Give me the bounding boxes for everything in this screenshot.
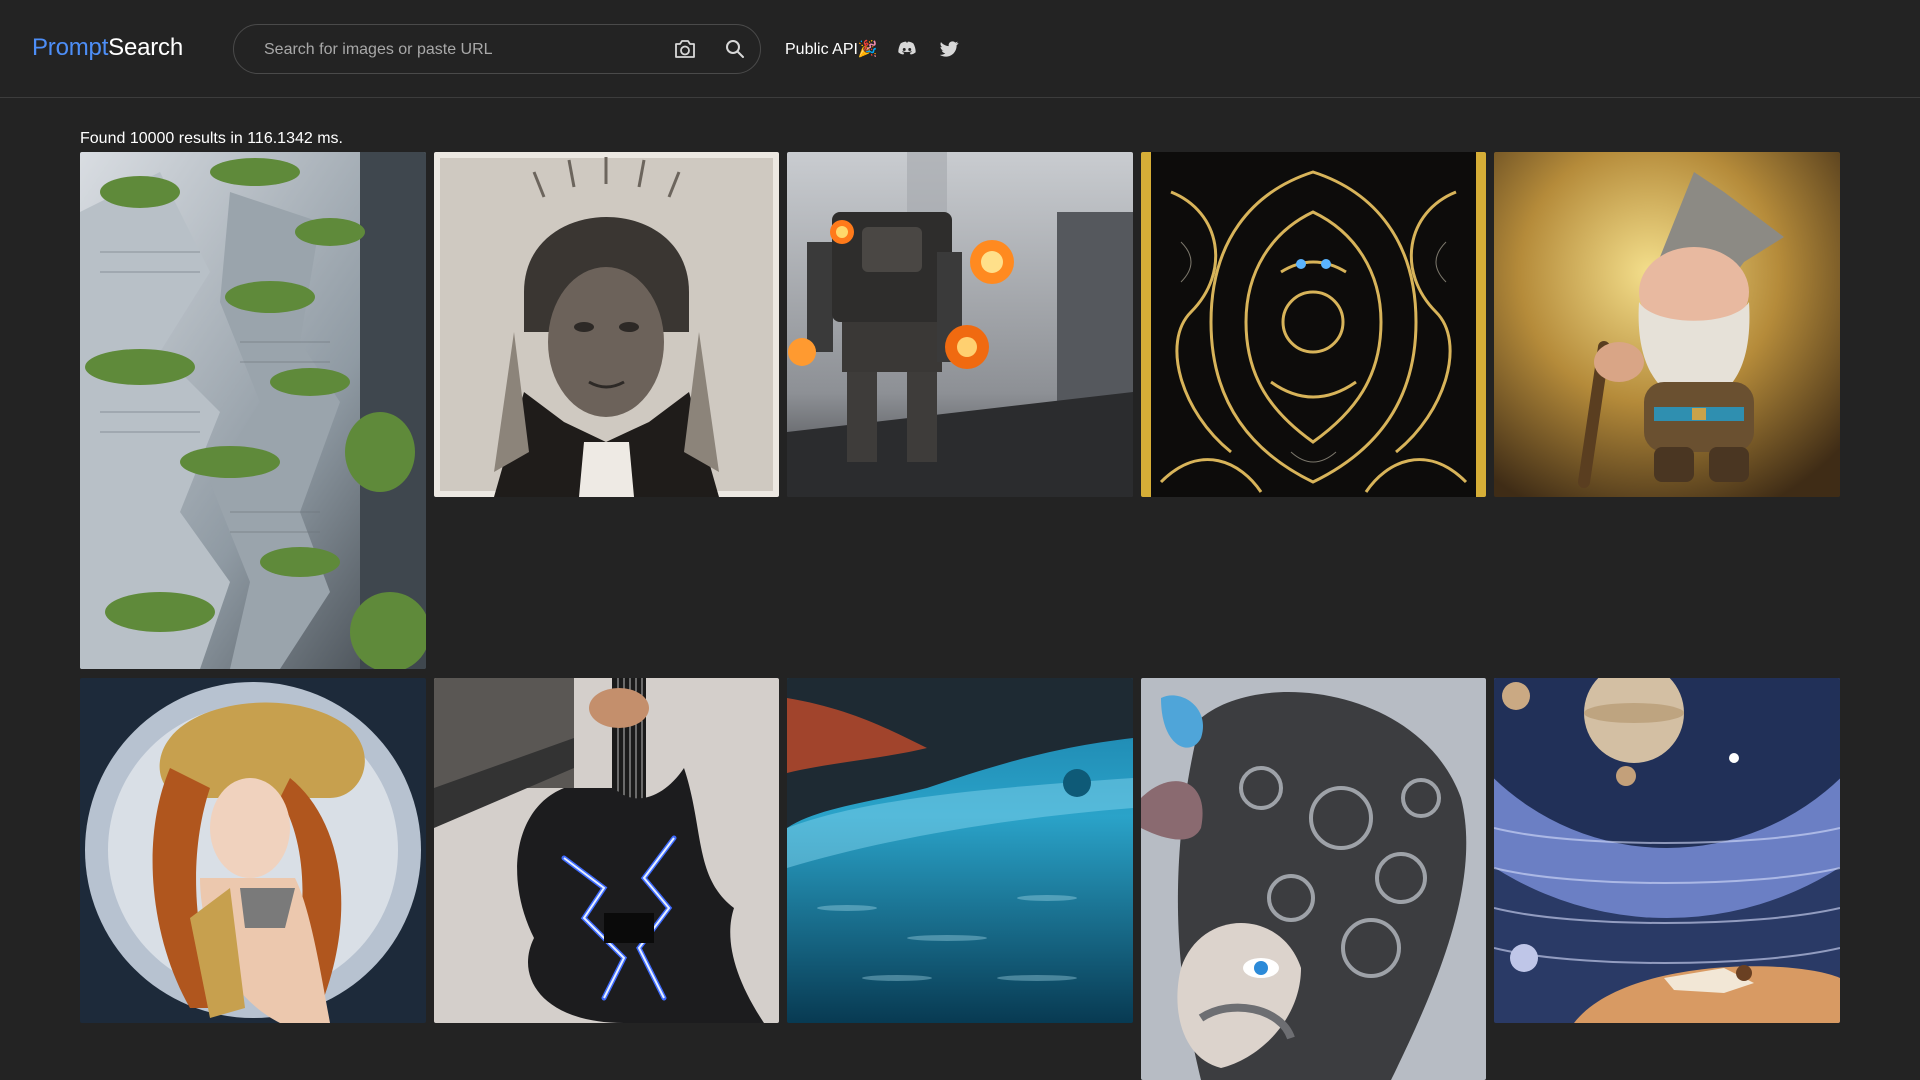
search-icon[interactable] [722,36,748,62]
top-bar: PromptSearch Public API🎉 [0,0,1920,98]
logo[interactable]: PromptSearch [32,34,183,62]
guitar-illustration [434,678,779,1023]
gallery-image[interactable] [80,152,426,669]
portrait-illustration [434,152,779,497]
search-input[interactable] [264,38,624,62]
gallery-image[interactable] [80,678,426,1023]
gallery-image[interactable] [787,678,1133,1023]
results-summary: Found 10000 results in 116.1342 ms. [80,130,343,147]
city-illustration [80,152,426,669]
gallery-image[interactable] [1141,152,1486,497]
discord-icon[interactable] [896,38,918,60]
camera-icon-svg [675,40,695,58]
art-nouveau-illustration [80,678,426,1023]
ornate-art-illustration [1141,152,1486,497]
gallery-image[interactable] [1141,678,1486,1080]
gallery-image[interactable] [434,678,779,1023]
public-api-link[interactable]: Public API🎉 [785,39,878,59]
search-bar [233,24,761,74]
underwater-illustration [787,678,1133,1023]
search-icon-svg [726,40,744,58]
logo-prompt: Prompt [32,34,109,61]
robot-illustration [787,152,1133,497]
gallery-image[interactable] [787,152,1133,497]
twitter-icon[interactable] [938,38,960,60]
gallery-image[interactable] [434,152,779,497]
camera-icon[interactable] [670,36,700,62]
space-illustration [1494,678,1840,1023]
logo-search: Search [108,34,183,61]
gallery-image[interactable] [1494,678,1840,1023]
gallery-image[interactable] [1494,152,1840,497]
biomech-illustration [1141,678,1486,1080]
gnome-illustration [1494,152,1840,497]
